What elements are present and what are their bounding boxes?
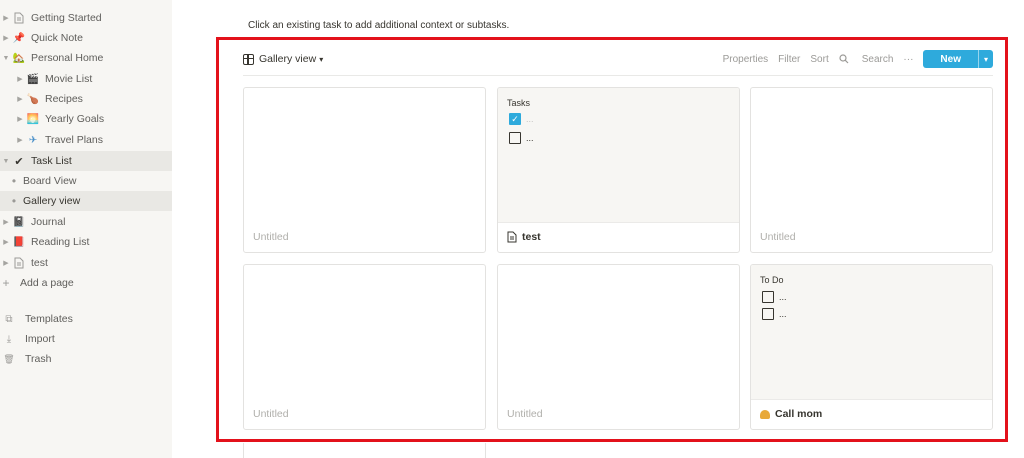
- sidebar-item-label: Reading List: [31, 236, 90, 248]
- sidebar-item-travel-plans[interactable]: ▶ ✈ Travel Plans: [0, 130, 172, 150]
- sidebar-item-task-list[interactable]: ▼ ✔ Task List: [0, 151, 172, 171]
- drumstick-icon: 🍗: [26, 93, 40, 105]
- sidebar-item-label: Recipes: [45, 93, 83, 105]
- sidebar-item-label: Travel Plans: [45, 134, 103, 146]
- expand-caret-icon[interactable]: ▶: [0, 218, 12, 226]
- sidebar-item-reading-list[interactable]: ▶ 📕 Reading List: [0, 232, 172, 252]
- bullet-icon: •: [11, 194, 17, 208]
- airplane-icon: ✈: [28, 134, 38, 146]
- expand-caret-icon[interactable]: ▶: [0, 14, 12, 22]
- sidebar-item-label: Gallery view: [23, 195, 81, 207]
- sidebar-templates[interactable]: ⧉ Templates: [0, 309, 172, 329]
- sidebar-item-personal-home[interactable]: ▼ 🏡 Personal Home: [0, 48, 172, 68]
- clapper-icon: 🎬: [26, 73, 40, 85]
- plus-icon: +: [2, 276, 10, 290]
- expand-caret-icon[interactable]: ▶: [14, 136, 26, 144]
- sidebar-item-gallery-view[interactable]: • Gallery view: [0, 191, 172, 211]
- highlight-frame: [216, 37, 1008, 442]
- sidebar-item-label: Task List: [31, 155, 72, 167]
- house-icon: 🏡: [12, 52, 26, 64]
- pushpin-icon: 📌: [12, 32, 26, 44]
- sidebar-trash[interactable]: 🗑 Trash: [0, 349, 172, 369]
- sidebar-item-label: Quick Note: [31, 32, 83, 44]
- checkmark-icon: ✔: [14, 155, 24, 168]
- sidebar-item-label: Yearly Goals: [45, 113, 105, 125]
- book-icon: 📕: [12, 236, 26, 248]
- sidebar-item-yearly-goals[interactable]: ▶ 🌅 Yearly Goals: [0, 109, 172, 129]
- sidebar-footer-label: Templates: [25, 313, 73, 325]
- page-icon: [12, 12, 26, 24]
- sidebar-import[interactable]: ⤓ Import: [0, 329, 172, 349]
- sidebar-item-getting-started[interactable]: ▶ Getting Started: [0, 8, 172, 28]
- add-page-label: Add a page: [20, 277, 74, 289]
- card-edge: [485, 443, 486, 458]
- sidebar-item-quick-note[interactable]: ▶ 📌 Quick Note: [0, 28, 172, 48]
- sidebar-item-label: Board View: [23, 175, 77, 187]
- trash-icon: 🗑: [3, 353, 15, 364]
- sidebar-item-test[interactable]: ▶ test: [0, 253, 172, 273]
- sidebar-item-recipes[interactable]: ▶ 🍗 Recipes: [0, 89, 172, 109]
- collapse-caret-icon[interactable]: ▼: [0, 55, 12, 62]
- expand-caret-icon[interactable]: ▶: [14, 95, 26, 103]
- expand-caret-icon[interactable]: ▶: [0, 238, 12, 246]
- templates-icon: ⧉: [5, 313, 13, 325]
- page-hint-text: Click an existing task to add additional…: [248, 20, 510, 31]
- expand-caret-icon[interactable]: ▶: [14, 75, 26, 83]
- expand-caret-icon[interactable]: ▶: [0, 259, 12, 267]
- bullet-icon: •: [11, 174, 17, 188]
- expand-caret-icon[interactable]: ▶: [14, 115, 26, 123]
- notebook-icon: 📓: [12, 216, 26, 228]
- sidebar-item-label: Getting Started: [31, 12, 102, 24]
- sidebar-footer-label: Trash: [25, 353, 52, 365]
- expand-caret-icon[interactable]: ▶: [0, 34, 12, 42]
- sidebar-item-movie-list[interactable]: ▶ 🎬 Movie List: [0, 69, 172, 89]
- card-edge: [243, 443, 244, 458]
- import-icon: ⤓: [6, 333, 12, 345]
- page-icon: [12, 257, 26, 269]
- sidebar-item-label: Movie List: [45, 73, 93, 85]
- collapse-caret-icon[interactable]: ▼: [0, 158, 12, 165]
- sidebar-item-label: Personal Home: [31, 52, 104, 64]
- sidebar: ▶ Getting Started ▶ 📌 Quick Note ▼ 🏡 Per…: [0, 0, 172, 458]
- sidebar-footer-label: Import: [25, 333, 55, 345]
- sidebar-item-label: test: [31, 257, 48, 269]
- sidebar-item-board-view[interactable]: • Board View: [0, 171, 172, 191]
- sidebar-item-label: Journal: [31, 216, 66, 228]
- add-page-button[interactable]: + Add a page: [0, 273, 172, 293]
- sunrise-icon: 🌅: [26, 113, 40, 125]
- sidebar-item-journal[interactable]: ▶ 📓 Journal: [0, 212, 172, 232]
